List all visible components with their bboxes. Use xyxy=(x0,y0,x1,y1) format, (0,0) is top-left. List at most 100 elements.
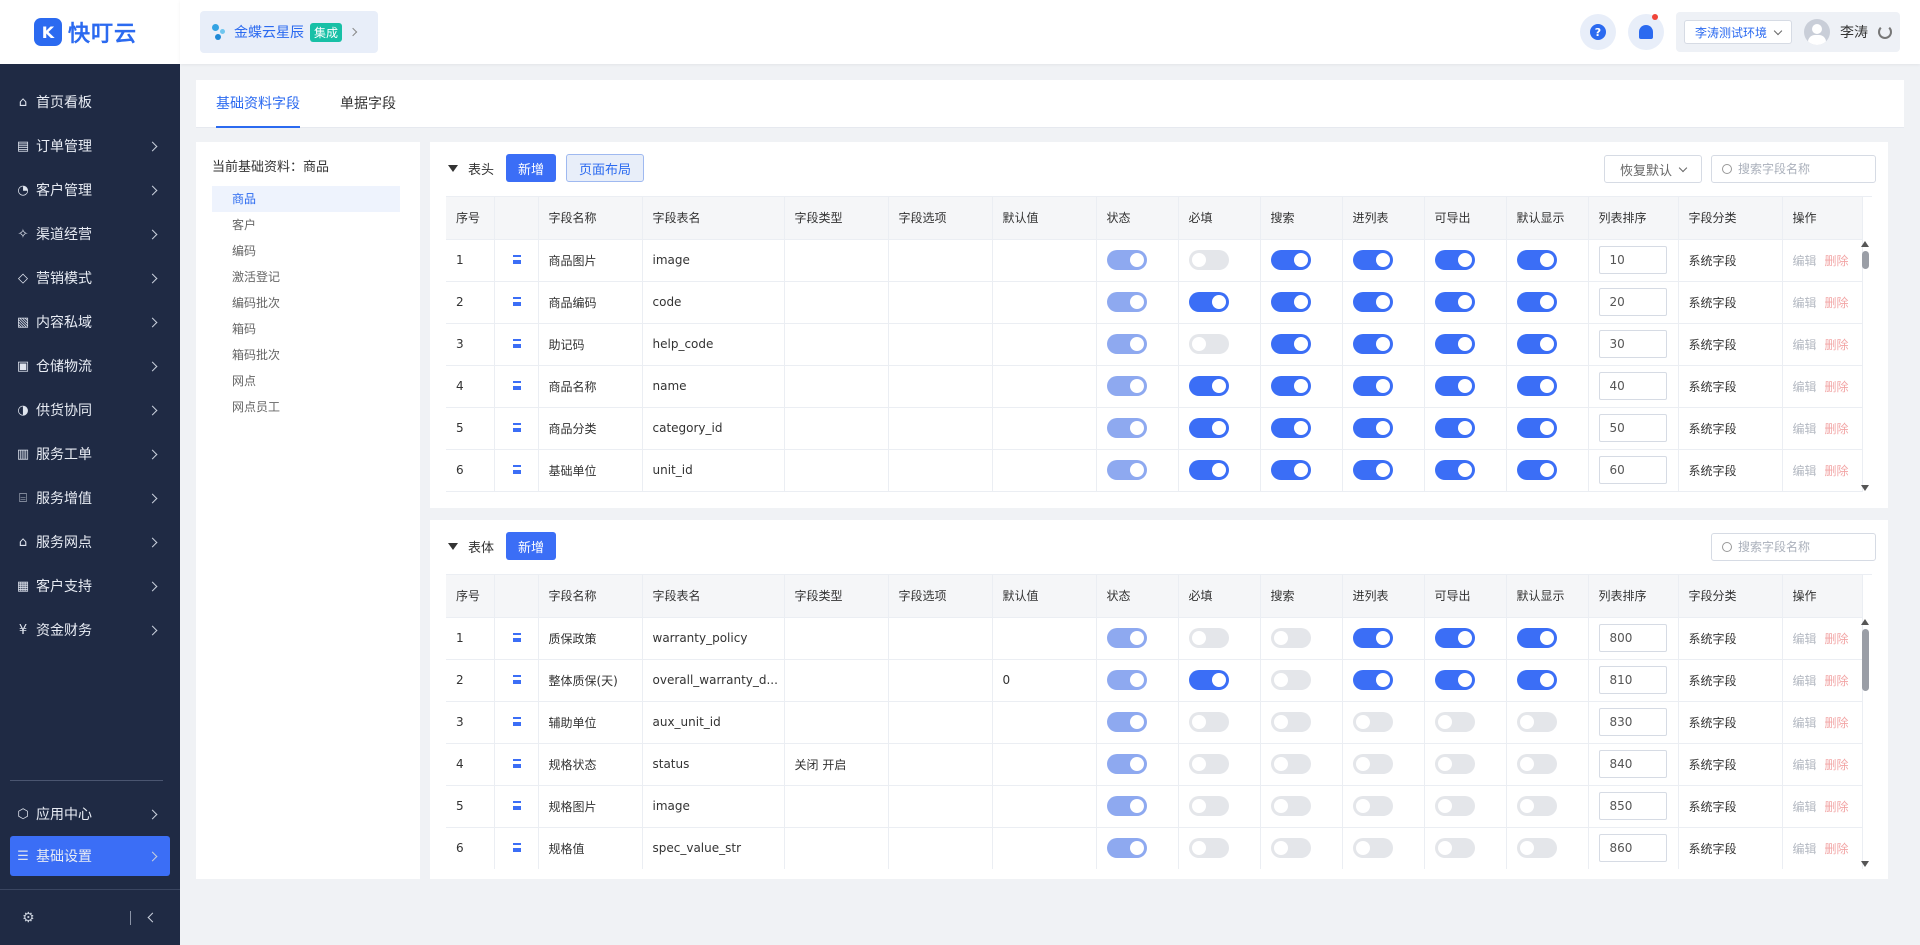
basic-data-item[interactable]: 编码批次 xyxy=(212,290,400,316)
drag-handle-icon[interactable] xyxy=(512,717,521,726)
tab-document-fields[interactable]: 单据字段 xyxy=(340,80,396,128)
delete-link[interactable]: 删除 xyxy=(1825,758,1849,772)
default-show-switch[interactable] xyxy=(1516,838,1557,858)
search-switch[interactable] xyxy=(1270,838,1311,858)
edit-link[interactable]: 编辑 xyxy=(1793,674,1817,688)
add-header-field-button[interactable]: 新增 xyxy=(506,154,557,182)
sidebar-item-8[interactable]: ▥ 服务工单 xyxy=(0,432,180,476)
export-switch[interactable] xyxy=(1434,460,1475,480)
body-table-scrollbar[interactable] xyxy=(1858,619,1872,867)
scroll-thumb[interactable] xyxy=(1861,629,1869,691)
required-switch[interactable] xyxy=(1188,670,1229,690)
export-switch[interactable] xyxy=(1434,376,1475,396)
default-show-switch[interactable] xyxy=(1516,376,1557,396)
sidebar-item-1[interactable]: ▤ 订单管理 xyxy=(0,124,180,168)
edit-link[interactable]: 编辑 xyxy=(1793,422,1817,436)
edit-link[interactable]: 编辑 xyxy=(1793,296,1817,310)
in-list-switch[interactable] xyxy=(1352,418,1393,438)
status-switch[interactable] xyxy=(1106,376,1147,396)
drag-handle-icon[interactable] xyxy=(512,297,521,306)
export-switch[interactable] xyxy=(1434,292,1475,312)
page-layout-button[interactable]: 页面布局 xyxy=(566,154,645,182)
collapse-sidebar-icon[interactable] xyxy=(147,912,158,923)
basic-data-item[interactable]: 客户 xyxy=(212,212,400,238)
basic-data-item[interactable]: 编码 xyxy=(212,238,400,264)
basic-data-item[interactable]: 网点 xyxy=(212,368,400,394)
required-switch[interactable] xyxy=(1188,628,1229,648)
header-search-input[interactable] xyxy=(1738,162,1868,176)
list-sort-input[interactable] xyxy=(1598,330,1667,358)
delete-link[interactable]: 删除 xyxy=(1825,422,1849,436)
basic-data-item[interactable]: 商品 xyxy=(212,186,400,212)
search-switch[interactable] xyxy=(1270,418,1311,438)
status-switch[interactable] xyxy=(1106,838,1147,858)
in-list-switch[interactable] xyxy=(1352,334,1393,354)
default-show-switch[interactable] xyxy=(1516,418,1557,438)
search-switch[interactable] xyxy=(1270,628,1311,648)
export-switch[interactable] xyxy=(1434,754,1475,774)
list-sort-input[interactable] xyxy=(1598,372,1667,400)
in-list-switch[interactable] xyxy=(1352,838,1393,858)
default-show-switch[interactable] xyxy=(1516,460,1557,480)
drag-handle-icon[interactable] xyxy=(512,843,521,852)
environment-select[interactable]: 李涛测试环境 xyxy=(1683,20,1792,44)
drag-handle-icon[interactable] xyxy=(512,633,521,642)
default-show-switch[interactable] xyxy=(1516,292,1557,312)
export-switch[interactable] xyxy=(1434,628,1475,648)
drag-handle-icon[interactable] xyxy=(512,381,521,390)
in-list-switch[interactable] xyxy=(1352,670,1393,690)
list-sort-input[interactable] xyxy=(1598,792,1667,820)
sidebar-bottom-item-1[interactable]: ☰ 基础设置 xyxy=(10,836,170,876)
restore-default-select[interactable]: 恢复默认 xyxy=(1604,155,1702,183)
in-list-switch[interactable] xyxy=(1352,460,1393,480)
required-switch[interactable] xyxy=(1188,838,1229,858)
integration-app-chip[interactable]: 金蝶云星辰 集成 xyxy=(200,11,378,53)
in-list-switch[interactable] xyxy=(1352,796,1393,816)
logo[interactable]: K 快叮云 xyxy=(0,0,180,64)
delete-link[interactable]: 删除 xyxy=(1825,716,1849,730)
list-sort-input[interactable] xyxy=(1598,624,1667,652)
edit-link[interactable]: 编辑 xyxy=(1793,254,1817,268)
scroll-thumb[interactable] xyxy=(1861,251,1869,269)
settings-gear-icon[interactable]: ⚙ xyxy=(22,910,35,926)
default-show-switch[interactable] xyxy=(1516,628,1557,648)
default-show-switch[interactable] xyxy=(1516,796,1557,816)
search-switch[interactable] xyxy=(1270,796,1311,816)
list-sort-input[interactable] xyxy=(1598,288,1667,316)
export-switch[interactable] xyxy=(1434,334,1475,354)
collapse-triangle-icon[interactable] xyxy=(448,542,458,550)
search-switch[interactable] xyxy=(1270,670,1311,690)
list-sort-input[interactable] xyxy=(1598,834,1667,862)
drag-handle-icon[interactable] xyxy=(512,801,521,810)
drag-handle-icon[interactable] xyxy=(512,759,521,768)
sidebar-item-4[interactable]: ◇ 营销模式 xyxy=(0,256,180,300)
basic-data-item[interactable]: 激活登记 xyxy=(212,264,400,290)
sidebar-item-7[interactable]: ◑ 供货协同 xyxy=(0,388,180,432)
status-switch[interactable] xyxy=(1106,292,1147,312)
default-show-switch[interactable] xyxy=(1516,754,1557,774)
basic-data-item[interactable]: 箱码批次 xyxy=(212,342,400,368)
required-switch[interactable] xyxy=(1188,376,1229,396)
delete-link[interactable]: 删除 xyxy=(1825,464,1849,478)
edit-link[interactable]: 编辑 xyxy=(1793,380,1817,394)
list-sort-input[interactable] xyxy=(1598,750,1667,778)
list-sort-input[interactable] xyxy=(1598,246,1667,274)
in-list-switch[interactable] xyxy=(1352,250,1393,270)
search-switch[interactable] xyxy=(1270,376,1311,396)
scroll-down-icon[interactable] xyxy=(1861,861,1869,867)
status-switch[interactable] xyxy=(1106,796,1147,816)
status-switch[interactable] xyxy=(1106,460,1147,480)
sidebar-bottom-item-0[interactable]: ⬡ 应用中心 xyxy=(0,792,180,836)
required-switch[interactable] xyxy=(1188,250,1229,270)
delete-link[interactable]: 删除 xyxy=(1825,632,1849,646)
export-switch[interactable] xyxy=(1434,250,1475,270)
drag-handle-icon[interactable] xyxy=(512,423,521,432)
default-show-switch[interactable] xyxy=(1516,250,1557,270)
search-switch[interactable] xyxy=(1270,250,1311,270)
basic-data-item[interactable]: 箱码 xyxy=(212,316,400,342)
sidebar-item-12[interactable]: ¥ 资金财务 xyxy=(0,608,180,652)
sidebar-item-6[interactable]: ▣ 仓储物流 xyxy=(0,344,180,388)
list-sort-input[interactable] xyxy=(1598,414,1667,442)
basic-data-item[interactable]: 网点员工 xyxy=(212,394,400,420)
required-switch[interactable] xyxy=(1188,712,1229,732)
